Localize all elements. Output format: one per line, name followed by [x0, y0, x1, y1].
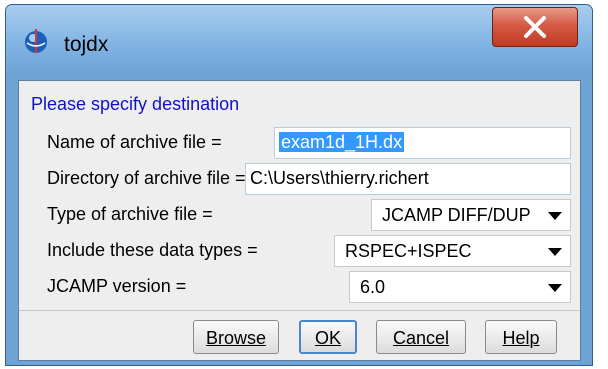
archive-name-field[interactable]: exam1d_1H.dx [274, 127, 571, 159]
browse-button[interactable]: Browse [193, 320, 279, 354]
dialog-content: Please specify destination Name of archi… [18, 80, 581, 361]
close-icon [524, 16, 546, 38]
archive-name-label: Name of archive file = [47, 132, 222, 152]
data-types-label: Include these data types = [47, 240, 258, 260]
dialog-window: tojdx Please specify destination Name of… [5, 4, 593, 366]
destination-prompt: Please specify destination [31, 94, 240, 114]
window-title: tojdx [64, 33, 109, 56]
data-types-value: RSPEC+ISPEC [345, 241, 472, 261]
jcamp-version-value: 6.0 [360, 277, 386, 297]
app-logo-icon [22, 27, 50, 55]
cancel-button[interactable]: Cancel [376, 320, 466, 354]
ok-button[interactable]: OK [299, 320, 357, 354]
data-types-dropdown[interactable]: RSPEC+ISPEC [334, 235, 571, 267]
jcamp-version-dropdown[interactable]: 6.0 [349, 271, 571, 303]
archive-dir-label: Directory of archive file = [47, 168, 246, 188]
archive-type-value: JCAMP DIFF/DUP [382, 205, 531, 225]
archive-dir-field[interactable]: C:\Users\thierry.richert [245, 163, 571, 195]
help-button[interactable]: Help [485, 320, 557, 354]
archive-type-label: Type of archive file = [47, 204, 213, 224]
jcamp-version-label: JCAMP version = [47, 276, 187, 296]
chevron-down-icon [548, 248, 562, 256]
archive-name-value: exam1d_1H.dx [279, 132, 405, 152]
divider [19, 310, 580, 311]
title-bar[interactable]: tojdx [6, 5, 592, 75]
archive-type-dropdown[interactable]: JCAMP DIFF/DUP [371, 199, 571, 231]
chevron-down-icon [548, 284, 562, 292]
chevron-down-icon [548, 212, 562, 220]
archive-dir-value: C:\Users\thierry.richert [250, 168, 429, 188]
close-button[interactable] [492, 7, 578, 47]
